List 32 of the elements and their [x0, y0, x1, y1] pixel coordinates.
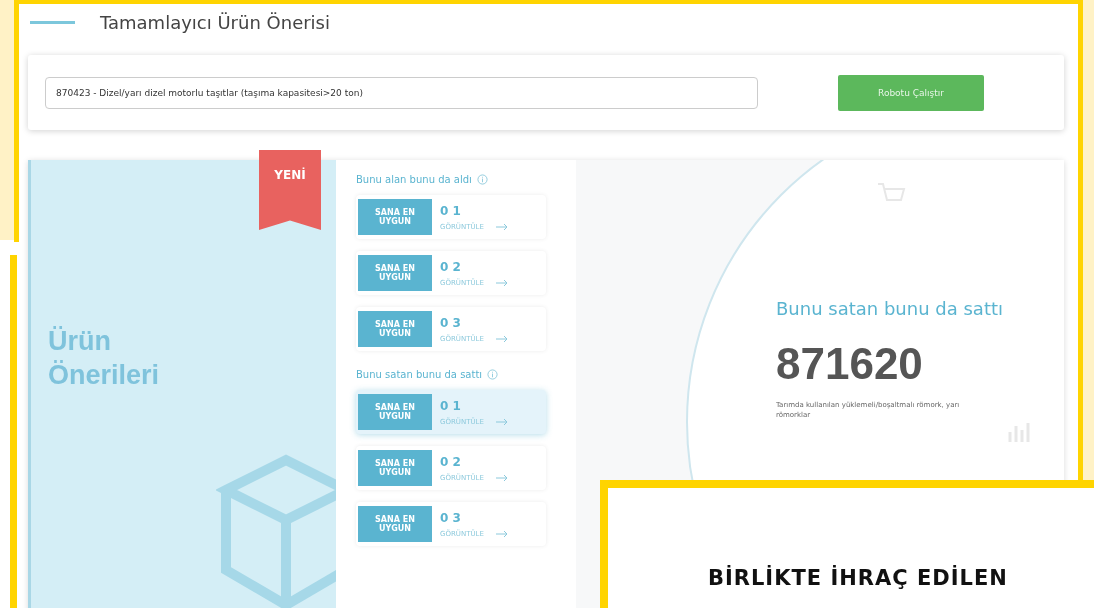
item-number: 0 2	[440, 259, 462, 274]
tag-label: SANA EN UYGUN	[358, 450, 432, 486]
item-number: 0 1	[440, 203, 462, 218]
title-accent-line	[30, 21, 75, 24]
arrow-icon	[495, 334, 508, 343]
tag-label: SANA EN UYGUN	[358, 506, 432, 542]
tag-label: SANA EN UYGUN	[358, 311, 432, 347]
info-icon[interactable]	[476, 174, 488, 185]
arrow-icon	[495, 222, 508, 231]
bar-chart-icon	[1006, 420, 1030, 444]
info-icon[interactable]	[487, 369, 499, 380]
page-title: Tamamlayıcı Ürün Önerisi	[100, 12, 330, 33]
section-title: Bunu alan bunu da aldı	[356, 174, 472, 185]
section-title: Bunu satan bunu da sattı	[356, 369, 483, 380]
product-code: 871620	[776, 339, 924, 390]
item-number: 0 2	[440, 454, 462, 469]
item-number: 0 1	[440, 398, 462, 413]
tag-label: SANA EN UYGUN	[358, 255, 432, 291]
overlay-heading: BİRLİKTE İHRAÇ EDİLEN	[708, 566, 1008, 590]
arrow-icon	[495, 417, 508, 426]
arrow-icon	[495, 278, 508, 287]
new-ribbon: YENİ	[259, 150, 321, 230]
tag-label: SANA EN UYGUN	[358, 199, 432, 235]
detail-title: Bunu satan bunu da sattı	[776, 297, 1004, 321]
arrow-icon	[495, 529, 508, 538]
tag-label: SANA EN UYGUN	[358, 394, 432, 430]
arrow-icon	[495, 473, 508, 482]
item-number: 0 3	[440, 510, 462, 525]
intro-title: Ürün Önerileri	[48, 325, 161, 392]
run-robot-button[interactable]: Robotu Çalıştır	[838, 74, 984, 111]
product-input-field[interactable]: 870423 - Dizel/yarı dizel motorlu taşıtlar (taşıma kapasitesi>20 ton)	[45, 76, 758, 109]
item-number: 0 3	[440, 315, 462, 330]
